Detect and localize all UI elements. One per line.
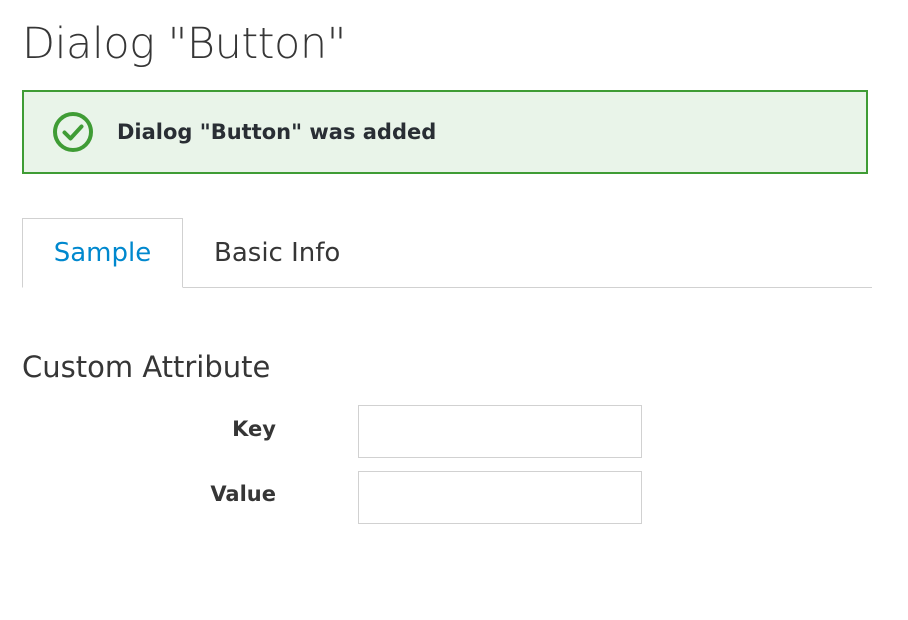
success-alert: Dialog "Button" was added [22,90,868,174]
check-circle-icon [51,110,95,154]
alert-message: Dialog "Button" was added [117,120,437,144]
value-input[interactable] [358,471,642,524]
key-input[interactable] [358,405,642,458]
value-label: Value [210,482,276,506]
page-title: Dialog "Button" [22,19,346,69]
section-title: Custom Attribute [22,350,271,384]
tab-bar: Sample Basic Info [22,218,872,288]
key-label: Key [232,417,276,441]
tab-basic-info[interactable]: Basic Info [183,218,413,288]
tab-sample[interactable]: Sample [22,218,183,288]
